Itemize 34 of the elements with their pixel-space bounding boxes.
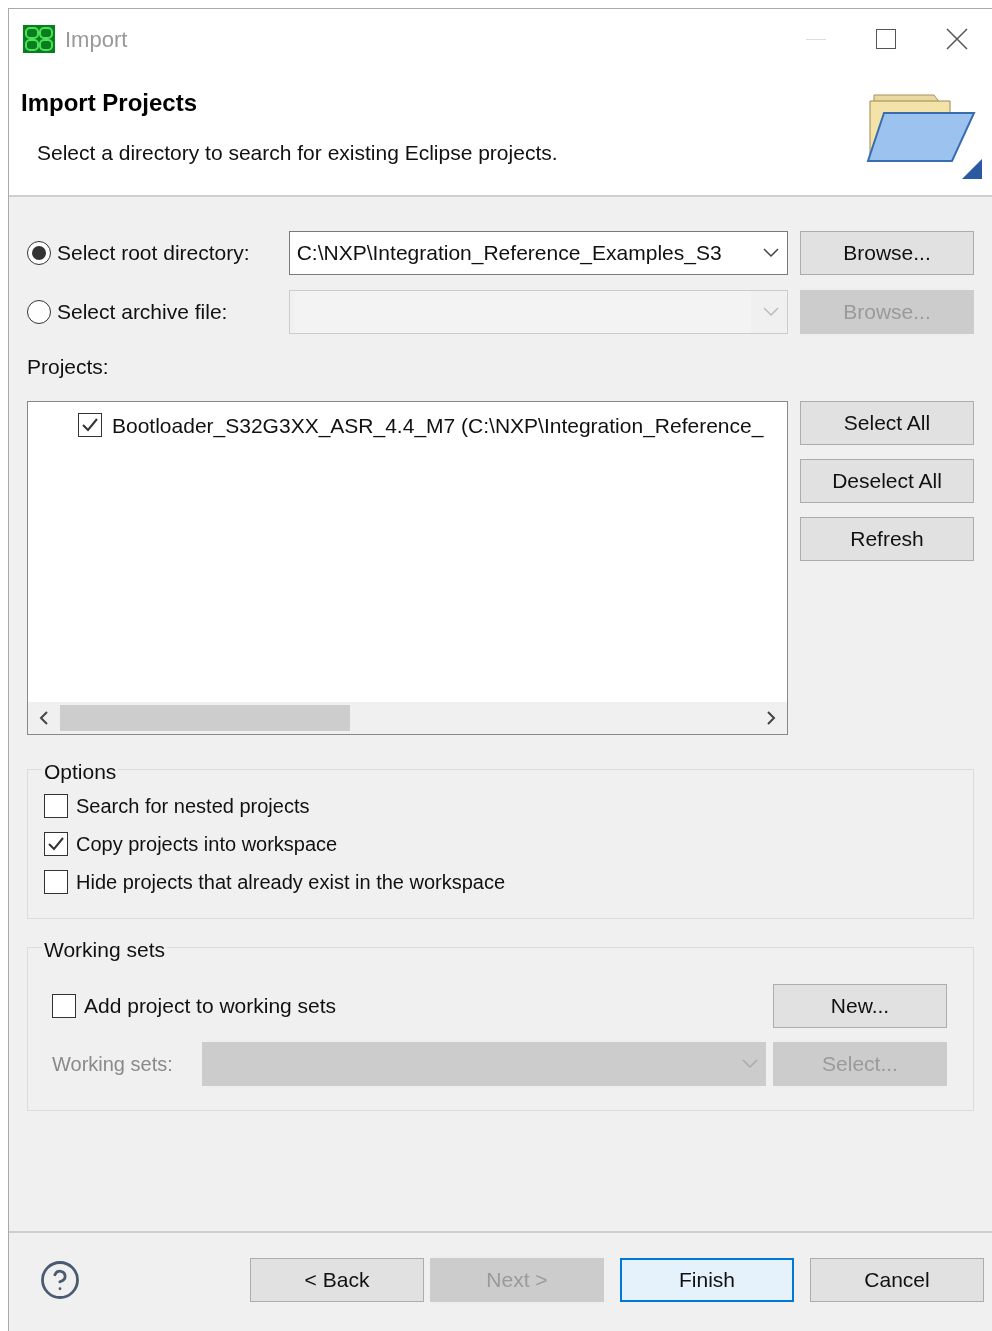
page-description: Select a directory to search for existing Eclipse projects.: [37, 140, 559, 166]
option-label: Search for nested projects: [76, 793, 310, 818]
dialog-button[interactable]: Deselect All: [800, 458, 974, 503]
dialog-button[interactable]: Finish: [620, 1258, 794, 1302]
project-item[interactable]: Bootloader_S32G3XX_ASR_4.4_M7 (C:\NXP\Integration_Reference_: [112, 409, 764, 441]
dialog-button[interactable]: Refresh: [800, 516, 974, 561]
checkbox[interactable]: [52, 993, 76, 1018]
checkbox[interactable]: [44, 831, 68, 856]
option-label: Copy projects into workspace: [76, 831, 338, 856]
dialog-button[interactable]: Select All: [800, 400, 974, 445]
checkbox[interactable]: [78, 413, 102, 438]
help-icon[interactable]: [39, 1259, 81, 1301]
window-title: Import: [65, 25, 128, 54]
dropdown-icon[interactable]: [763, 248, 779, 258]
dialog-button[interactable]: Cancel: [810, 1258, 984, 1302]
option-label: Add project to working sets: [84, 992, 337, 1019]
dialog-button[interactable]: < Back: [250, 1258, 424, 1302]
dialog-button[interactable]: Browse...: [800, 231, 974, 275]
radio-label: Select archive file:: [57, 299, 229, 326]
path-combo[interactable]: C:\NXP\Integration_Reference_Examples_S3: [288, 231, 788, 275]
radio-button[interactable]: [27, 241, 51, 265]
radio-label: Select root directory:: [57, 240, 251, 267]
option-label: Hide projects that already exist in the workspace: [76, 869, 506, 894]
dialog-button[interactable]: New...: [773, 983, 947, 1028]
field-label: Working sets:: [52, 1051, 174, 1077]
checkbox[interactable]: [44, 869, 68, 894]
close-icon[interactable]: [946, 28, 968, 50]
horizontal-scrollbar[interactable]: [28, 701, 787, 734]
scrollbar-thumb[interactable]: [60, 704, 350, 731]
maximize-icon[interactable]: [876, 29, 896, 49]
app-icon: [23, 25, 55, 53]
checkbox[interactable]: [44, 793, 68, 818]
page-title: Import Projects: [21, 88, 199, 118]
projects-label: Projects:: [27, 354, 110, 380]
